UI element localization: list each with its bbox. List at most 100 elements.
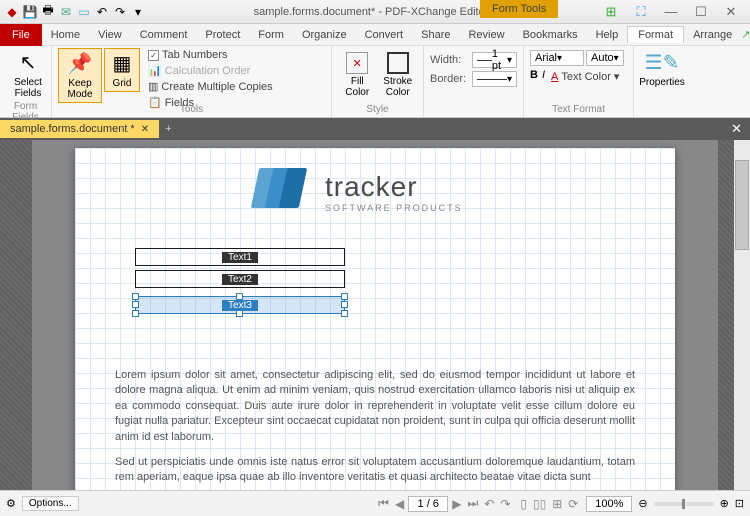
single-page-icon[interactable]: ▯ (518, 497, 529, 511)
multiple-copies-button[interactable]: ▥ Create Multiple Copies (146, 79, 275, 94)
page-area[interactable]: trackerSOFTWARE PRODUCTS Text1 Text2 Tex… (32, 140, 718, 490)
close-tab-icon[interactable]: ✕ (141, 124, 149, 135)
file-menu[interactable]: File (0, 24, 42, 46)
mail-icon[interactable]: ✉ (58, 4, 74, 20)
fill-color-button[interactable]: ✕ Fill Color (338, 48, 377, 102)
redo-icon[interactable]: ↷ (112, 4, 128, 20)
stroke-color-button[interactable]: Stroke Color (379, 48, 418, 102)
menu-form[interactable]: Form (249, 25, 293, 45)
properties-button[interactable]: ☰✎ Properties (640, 48, 684, 90)
scrollbar-thumb[interactable] (735, 160, 749, 250)
prev-page-button[interactable]: ◀ (393, 497, 406, 511)
resize-handle[interactable] (341, 293, 348, 300)
tab-numbers-toggle[interactable]: ✓Tab Numbers (146, 48, 275, 62)
border-select[interactable]: ▾ (472, 71, 517, 87)
minimize-button[interactable]: — (658, 4, 684, 20)
group-text-format: Text Format (530, 104, 627, 115)
menu-home[interactable]: Home (42, 25, 89, 45)
quick-access-toolbar: ◆ 💾 🖶 ✉ ▭ ↶ ↷ ▾ (0, 4, 150, 20)
ribbon: ↖ Select Fields Form Fields 📌 Keep Mode … (0, 46, 750, 118)
form-field-text1[interactable]: Text1 (135, 248, 345, 266)
print-icon[interactable]: 🖶 (40, 4, 56, 20)
no-fill-icon: ✕ (346, 52, 368, 74)
keep-mode-button[interactable]: 📌 Keep Mode (58, 48, 102, 103)
menu-view[interactable]: View (89, 25, 131, 45)
undo-icon[interactable]: ↶ (94, 4, 110, 20)
menu-bookmarks[interactable]: Bookmarks (514, 25, 587, 45)
fit-page-button[interactable]: ⊡ (735, 497, 744, 510)
menu-organize[interactable]: Organize (293, 25, 356, 45)
vertical-scrollbar[interactable] (734, 140, 750, 490)
menu-help[interactable]: Help (587, 25, 628, 45)
border-label: Border: (430, 73, 468, 85)
width-select[interactable]: 1 pt ▾ (472, 52, 517, 68)
contextual-tab-label: Form Tools (480, 0, 558, 18)
resize-handle[interactable] (236, 293, 243, 300)
scan-icon[interactable]: ▭ (76, 4, 92, 20)
close-button[interactable]: ✕ (718, 4, 744, 20)
left-gutter (0, 140, 32, 490)
cursor-icon: ↖ (20, 50, 37, 75)
font-size-select[interactable]: Auto ▾ (586, 50, 624, 66)
resize-handle[interactable] (341, 310, 348, 317)
maximize-button[interactable]: ☐ (688, 4, 714, 20)
logo: trackerSOFTWARE PRODUCTS (255, 168, 463, 216)
form-field-text3-selected[interactable]: Text3 (135, 296, 345, 314)
page-input[interactable] (408, 496, 448, 512)
view-modes: ▯ ▯▯ ⊞ ⟳ (518, 497, 580, 511)
options-button[interactable]: Options... (22, 496, 79, 511)
nav-fwd-button[interactable]: ↷ (498, 497, 512, 511)
dropdown-icon[interactable]: ▾ (130, 4, 146, 20)
options-icon[interactable]: ⚙ (6, 497, 16, 510)
menu-convert[interactable]: Convert (356, 25, 413, 45)
stroke-swatch-icon (387, 52, 409, 74)
document-tab[interactable]: sample.forms.document *✕ (0, 120, 159, 138)
zoom-slider[interactable] (654, 502, 714, 506)
page-nav: ⏮ ◀ ▶ ⏭ ↶ ↷ (376, 496, 512, 512)
save-icon[interactable]: 💾 (22, 4, 38, 20)
form-field-text2[interactable]: Text2 (135, 270, 345, 288)
resize-handle[interactable] (132, 301, 139, 308)
menu-protect[interactable]: Protect (196, 25, 249, 45)
resize-handle[interactable] (236, 310, 243, 317)
first-page-button[interactable]: ⏮ (376, 496, 391, 511)
menu-format[interactable]: Format (627, 26, 684, 43)
document-tab-bar: sample.forms.document *✕ + ✕ (0, 118, 750, 140)
resize-handle[interactable] (132, 310, 139, 317)
last-page-button[interactable]: ⏭ (465, 496, 480, 511)
group-style: Style (338, 104, 417, 115)
grid-button[interactable]: ▦ Grid (104, 48, 140, 92)
pin-icon: 📌 (68, 51, 93, 76)
text-color-button[interactable]: A Text Color ▾ (549, 69, 621, 84)
font-select[interactable]: Arial ▾ (530, 50, 584, 66)
launch-icon[interactable]: ↗ (741, 28, 750, 41)
tabbar-close-button[interactable]: ✕ (723, 121, 750, 137)
resize-handle[interactable] (132, 293, 139, 300)
continuous-icon[interactable]: ▯▯ (531, 497, 548, 511)
workspace: trackerSOFTWARE PRODUCTS Text1 Text2 Tex… (0, 140, 750, 490)
facing-icon[interactable]: ⊞ (550, 497, 564, 511)
menu-review[interactable]: Review (459, 25, 513, 45)
nav-back-button[interactable]: ↶ (482, 497, 496, 511)
body-text: Lorem ipsum dolor sit amet, consectetur … (115, 368, 635, 490)
ui-options-icon[interactable]: ⊞ (598, 4, 624, 20)
rotate-icon[interactable]: ⟳ (566, 497, 580, 511)
zoom-out-button[interactable]: ⊖ (638, 497, 647, 510)
bold-button[interactable]: B (530, 69, 538, 84)
menu-bar: File Home View Comment Protect Form Orga… (0, 24, 750, 46)
zoom-in-button[interactable]: ⊕ (720, 497, 729, 510)
calc-order-button[interactable]: 📊 Calculation Order (146, 63, 275, 78)
new-tab-button[interactable]: + (159, 123, 177, 135)
next-page-button[interactable]: ▶ (450, 497, 463, 511)
resize-handle[interactable] (341, 301, 348, 308)
zoom-input[interactable] (586, 496, 632, 512)
menu-share[interactable]: Share (412, 25, 459, 45)
menu-arrange[interactable]: Arrange (684, 25, 741, 45)
width-label: Width: (430, 54, 468, 66)
app-icon: ◆ (4, 4, 20, 20)
italic-button[interactable]: I (542, 69, 545, 84)
select-fields-button[interactable]: ↖ Select Fields (6, 48, 50, 101)
logo-mark-icon (255, 168, 315, 216)
menu-comment[interactable]: Comment (131, 25, 197, 45)
expand-icon[interactable]: ⛶ (628, 4, 654, 20)
